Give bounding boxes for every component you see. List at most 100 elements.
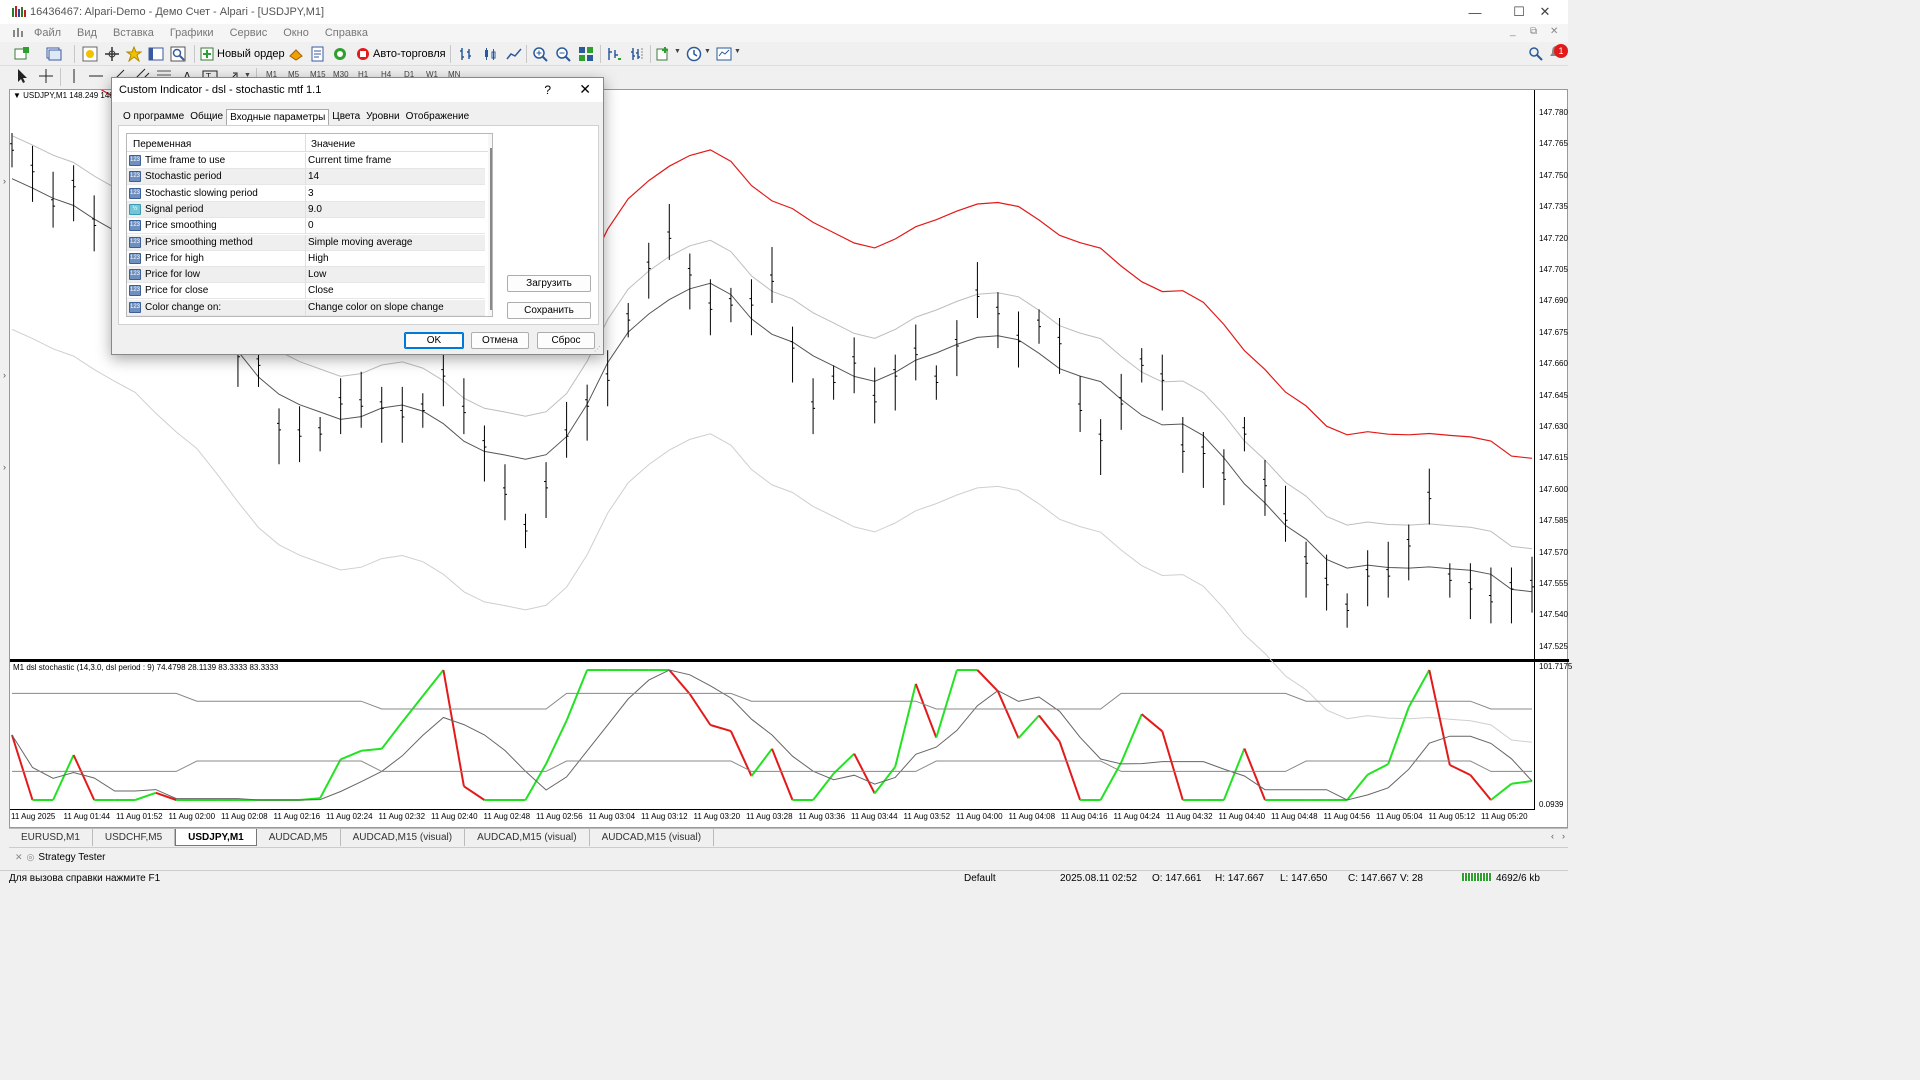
menu-charts[interactable]: Графики <box>162 27 222 39</box>
tab-inputs[interactable]: Входные параметры <box>226 109 330 126</box>
param-row[interactable]: 123 Price smoothing method Simple moving a… <box>127 234 485 251</box>
candlestick-chart-icon[interactable] <box>482 46 498 62</box>
param-value[interactable]: Current time frame <box>308 155 391 166</box>
menu-file[interactable]: Файл <box>26 27 69 39</box>
tabs-scroll-right-icon[interactable]: › <box>1562 831 1565 841</box>
market-icon[interactable] <box>332 46 348 62</box>
tab-audcad-m15-visual-3[interactable]: AUDCAD,M15 (visual) <box>590 829 715 846</box>
profiles-icon[interactable] <box>46 46 62 62</box>
tab-colors[interactable]: Цвета <box>329 109 363 126</box>
market-watch-icon[interactable] <box>82 46 98 62</box>
tab-usdjpy-m1[interactable]: USDJPY,M1 <box>175 829 257 846</box>
tab-common[interactable]: Общие <box>187 109 226 126</box>
templates-dropdown-icon[interactable]: ▼ <box>734 48 741 55</box>
param-value[interactable]: Low <box>308 269 326 280</box>
param-value[interactable]: 9.0 <box>308 204 322 215</box>
line-chart-icon[interactable] <box>506 46 522 62</box>
param-row[interactable]: 123 Stochastic slowing period 3 <box>127 185 485 202</box>
minimize-button[interactable]: — <box>1452 0 1498 24</box>
autotrading-icon <box>357 48 369 60</box>
new-chart-icon[interactable] <box>14 46 30 62</box>
ohlc-bar <box>1386 541 1391 598</box>
strategy-tester-icon[interactable] <box>170 46 186 62</box>
tab-audcad-m15-visual-2[interactable]: AUDCAD,M15 (visual) <box>465 829 590 846</box>
param-value[interactable]: Close <box>308 285 334 296</box>
periods-dropdown-icon[interactable]: ▼ <box>704 48 711 55</box>
mdi-restore-button[interactable]: ⧉ <box>1530 26 1537 37</box>
load-button[interactable]: Загрузить <box>507 275 591 292</box>
indicators-icon[interactable] <box>656 46 672 62</box>
scrollbar-thumb[interactable] <box>490 148 492 310</box>
param-row[interactable]: ½ Signal period 9.0 <box>127 201 485 218</box>
autotrading-button[interactable]: Авто-торговля <box>356 45 446 63</box>
param-row[interactable]: 123 Price for low Low <box>127 267 485 284</box>
header-value[interactable]: Значение <box>311 139 355 150</box>
param-row[interactable]: 123 Color change on: Change color on slope… <box>127 299 485 316</box>
stochastic-segment <box>11 734 34 801</box>
tile-windows-icon[interactable] <box>578 46 594 62</box>
tab-about[interactable]: О программе <box>120 109 187 126</box>
collapse-arrow-icon[interactable]: ▼ <box>13 91 21 100</box>
dialog-help-button[interactable]: ? <box>544 83 551 97</box>
vertical-line-icon[interactable] <box>66 68 82 84</box>
templates-icon[interactable] <box>716 46 732 62</box>
resize-grip-icon[interactable]: ⋰ <box>594 345 601 353</box>
tab-usdchf-m5[interactable]: USDCHF,M5 <box>93 829 176 846</box>
search-icon[interactable] <box>1528 46 1544 62</box>
stochastic-segment <box>1099 762 1123 801</box>
ok-button[interactable]: OK <box>404 332 464 349</box>
periods-icon[interactable] <box>686 46 702 62</box>
param-value[interactable]: Simple moving average <box>308 237 413 248</box>
param-row[interactable]: 123 Price smoothing 0 <box>127 218 485 235</box>
chart-shift-icon[interactable] <box>630 46 646 62</box>
reset-button[interactable]: Сброс <box>537 332 595 349</box>
menu-tools[interactable]: Сервис <box>222 27 276 39</box>
tabs-scroll-left-icon[interactable]: ‹ <box>1551 831 1554 841</box>
indicators-dropdown-icon[interactable]: ▼ <box>674 48 681 55</box>
subwindow-separator[interactable] <box>10 659 1569 662</box>
stochastic-segment <box>710 724 732 733</box>
auto-scroll-icon[interactable] <box>606 46 622 62</box>
header-variable[interactable]: Переменная <box>133 139 191 150</box>
data-window-icon[interactable] <box>104 46 120 62</box>
tab-audcad-m5[interactable]: AUDCAD,M5 <box>257 829 341 846</box>
navigator-icon[interactable] <box>126 46 142 62</box>
param-row[interactable]: 123 Price for high High <box>127 250 485 267</box>
tab-eurusd-m1[interactable]: EURUSD,M1 <box>9 829 93 846</box>
signals-icon[interactable] <box>288 46 304 62</box>
close-tester-icon[interactable]: ✕ <box>15 852 23 863</box>
param-value[interactable]: 0 <box>308 220 314 231</box>
time-tick-label: 11 Aug 02:08 <box>221 812 268 821</box>
param-value[interactable]: 14 <box>308 171 319 182</box>
save-button[interactable]: Сохранить <box>507 302 591 319</box>
bar-chart-icon[interactable] <box>458 46 474 62</box>
param-row[interactable]: 123 Stochastic period 14 <box>127 169 485 186</box>
param-value[interactable]: Change color on slope change <box>308 302 444 313</box>
tab-audcad-m15-visual-1[interactable]: AUDCAD,M15 (visual) <box>341 829 466 846</box>
tab-visualization[interactable]: Отображение <box>403 109 473 126</box>
mdi-close-button[interactable]: ✕ <box>1550 26 1558 37</box>
horizontal-line-icon[interactable] <box>88 68 104 84</box>
terminal-icon[interactable] <box>148 46 164 62</box>
tab-levels[interactable]: Уровни <box>363 109 402 126</box>
new-order-button[interactable]: Новый ордер <box>200 45 285 63</box>
cursor-icon[interactable] <box>14 68 30 84</box>
zoom-in-icon[interactable] <box>532 46 548 62</box>
param-row[interactable]: 123 Time frame to use Current time frame <box>127 153 485 169</box>
param-row[interactable]: 123 Price for close Close <box>127 283 485 300</box>
table-scrollbar[interactable] <box>488 134 492 316</box>
mdi-minimize-button[interactable]: _ <box>1510 26 1516 37</box>
param-value[interactable]: High <box>308 253 329 264</box>
dialog-close-button[interactable]: ✕ <box>579 81 591 98</box>
zoom-out-icon[interactable] <box>555 46 571 62</box>
menu-insert[interactable]: Вставка <box>105 27 162 39</box>
cancel-button[interactable]: Отмена <box>471 332 529 349</box>
metaeditor-icon[interactable] <box>310 46 326 62</box>
close-window-button[interactable]: ✕ <box>1522 0 1568 24</box>
crosshair-icon[interactable] <box>38 68 54 84</box>
param-value[interactable]: 3 <box>308 188 314 199</box>
strategy-tester-bar[interactable]: ✕ ◎ Strategy Tester <box>9 847 1568 867</box>
menu-window[interactable]: Окно <box>275 27 317 39</box>
menu-view[interactable]: Вид <box>69 27 105 39</box>
menu-help[interactable]: Справка <box>317 27 376 39</box>
